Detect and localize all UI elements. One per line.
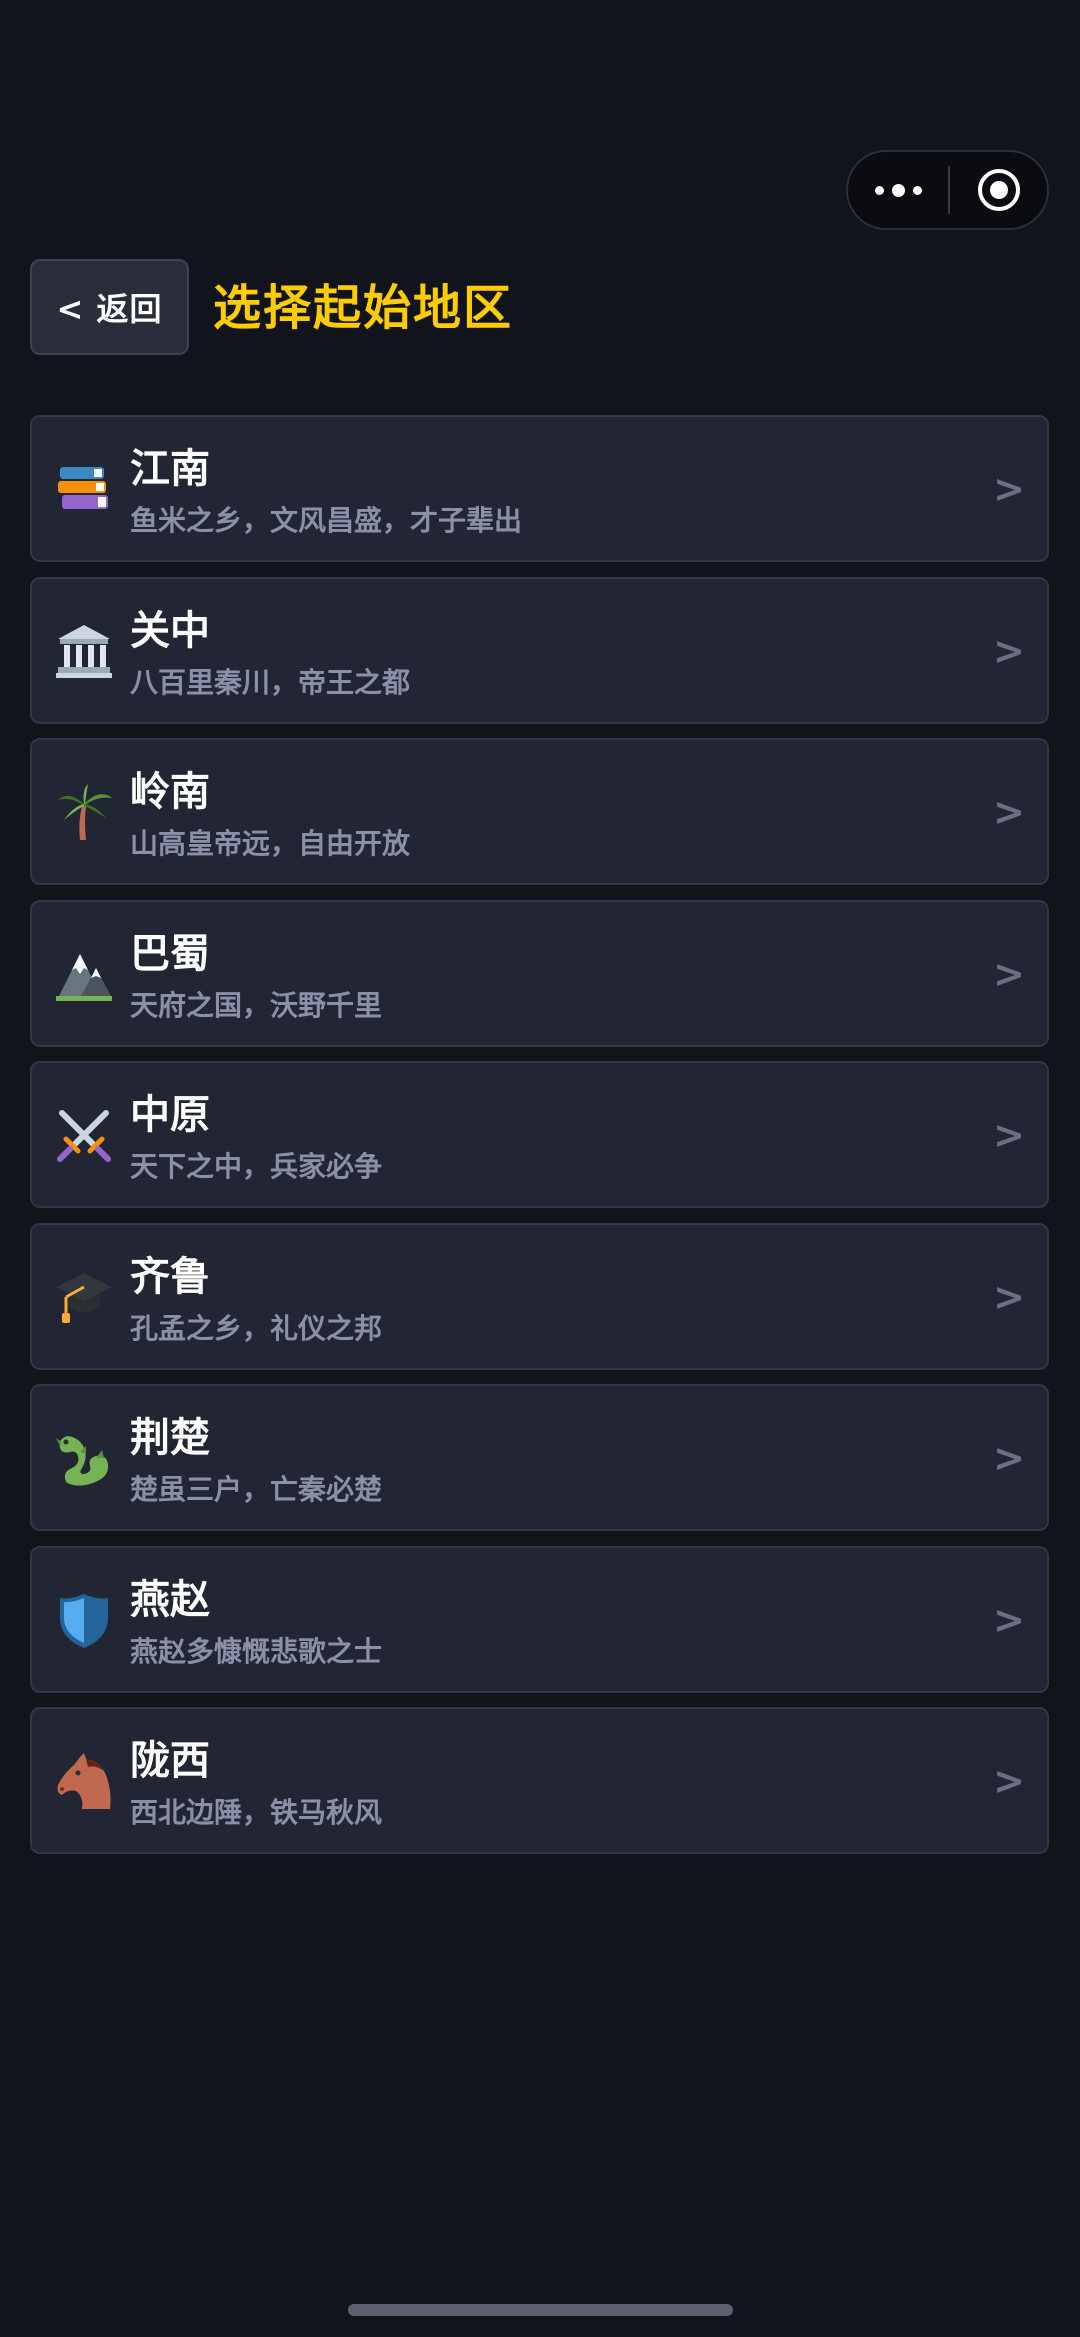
chevron-right-icon: >	[993, 1436, 1025, 1480]
region-name: 燕赵	[130, 1576, 210, 1623]
chevron-right-icon: >	[993, 1759, 1025, 1803]
region-item-jingchu[interactable]: 荆楚 楚虽三户，亡秦必楚 >	[30, 1384, 1049, 1531]
region-desc: 孔孟之乡，礼仪之邦	[130, 1311, 383, 1345]
region-name: 巴蜀	[130, 930, 210, 977]
back-button[interactable]: < 返回	[30, 259, 189, 355]
home-indicator[interactable]	[348, 2304, 733, 2316]
graduation-cap-icon	[54, 1267, 114, 1327]
region-desc: 天府之国，沃野千里	[130, 988, 383, 1022]
region-name: 岭南	[130, 769, 210, 815]
chevron-right-icon: >	[993, 1274, 1025, 1319]
chevron-right-icon: >	[993, 467, 1025, 511]
region-list: 江南 鱼米之乡，文风昌盛，才子辈出 > 关中 八百里秦川，帝王之都 > 岭南 山…	[30, 415, 1049, 1869]
snow-mountain-icon	[54, 944, 114, 1004]
crossed-swords-icon	[54, 1105, 114, 1165]
region-desc: 西北边陲，铁马秋风	[130, 1796, 383, 1829]
region-name: 中原	[130, 1092, 210, 1138]
chevron-right-icon: >	[993, 1113, 1025, 1157]
region-desc: 山高皇帝远，自由开放	[130, 827, 411, 860]
chevron-right-icon: >	[993, 951, 1025, 996]
horse-icon	[54, 1751, 114, 1811]
dragon-icon	[54, 1428, 114, 1488]
page: < 返回 选择起始地区 江南 鱼米之乡，文风昌盛，才子辈出 > 关中 八百里秦川…	[0, 0, 1080, 2337]
region-name: 关中	[130, 607, 210, 654]
region-item-zhongyuan[interactable]: 中原 天下之中，兵家必争 >	[30, 1061, 1049, 1208]
region-item-lingnan[interactable]: 岭南 山高皇帝远，自由开放 >	[30, 738, 1049, 885]
chevron-right-icon: >	[993, 1597, 1025, 1642]
region-item-yanzhao[interactable]: 燕赵 燕赵多慷慨悲歌之士 >	[30, 1545, 1049, 1693]
more-dots-icon[interactable]	[848, 152, 948, 228]
mini-program-capsule	[846, 150, 1049, 230]
region-desc: 天下之中，兵家必争	[130, 1150, 383, 1183]
region-item-jiangnan[interactable]: 江南 鱼米之乡，文风昌盛，才子辈出 >	[30, 415, 1049, 562]
region-desc: 八百里秦川，帝王之都	[130, 665, 411, 699]
region-name: 陇西	[130, 1738, 210, 1784]
region-desc: 鱼米之乡，文风昌盛，才子辈出	[130, 504, 523, 537]
region-desc: 燕赵多慷慨悲歌之士	[130, 1634, 383, 1668]
chevron-right-icon: >	[993, 628, 1025, 673]
region-item-guanzhong[interactable]: 关中 八百里秦川，帝王之都 >	[30, 576, 1049, 724]
palm-tree-icon	[54, 782, 114, 842]
region-desc: 楚虽三户，亡秦必楚	[130, 1473, 383, 1506]
books-icon	[54, 459, 114, 519]
shield-icon	[54, 1590, 114, 1650]
page-title: 选择起始地区	[213, 280, 514, 336]
region-item-bashu[interactable]: 巴蜀 天府之国，沃野千里 >	[30, 899, 1049, 1047]
region-name: 江南	[130, 446, 210, 492]
region-item-qilu[interactable]: 齐鲁 孔孟之乡，礼仪之邦 >	[30, 1222, 1049, 1370]
region-name: 荆楚	[130, 1415, 210, 1461]
region-name: 齐鲁	[130, 1253, 210, 1300]
region-item-longxi[interactable]: 陇西 西北边陲，铁马秋风 >	[30, 1707, 1049, 1854]
target-close-icon[interactable]	[950, 152, 1047, 228]
chevron-right-icon: >	[993, 790, 1025, 834]
classical-building-icon	[54, 621, 114, 681]
